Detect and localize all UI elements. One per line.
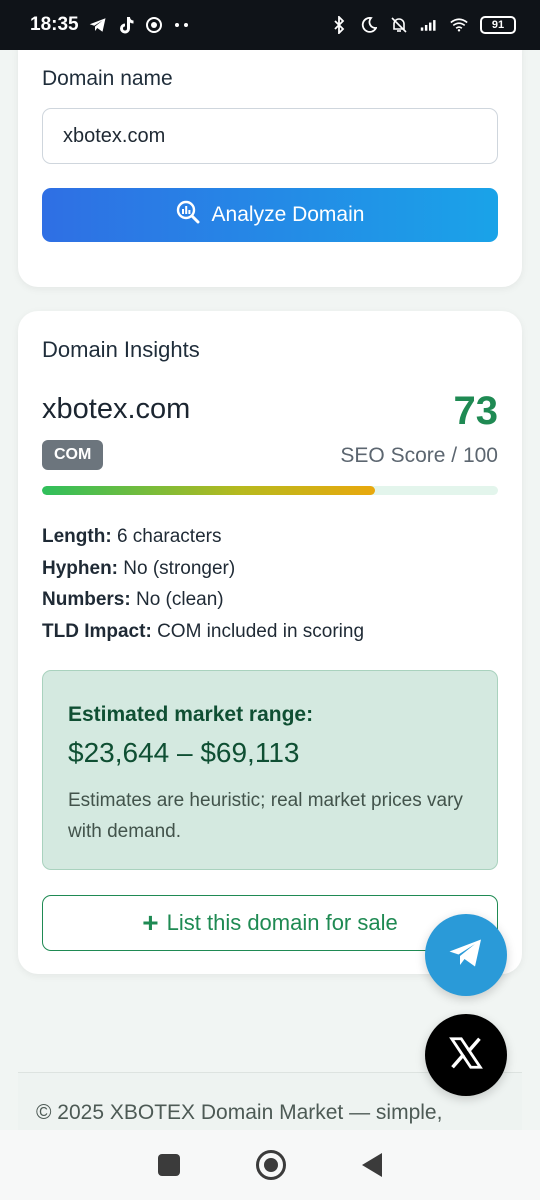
domain-name-label: Domain name [42, 67, 173, 90]
signal-icon [420, 16, 438, 34]
home-button[interactable] [256, 1150, 286, 1180]
domain-name-input[interactable] [42, 108, 498, 164]
seo-score-value: 73 [453, 389, 499, 433]
domain-facts-list: Length: 6 characters Hyphen: No (stronge… [42, 521, 364, 647]
market-range-title: Estimated market range: [68, 703, 314, 726]
wifi-icon [450, 16, 468, 34]
telegram-fab-button[interactable] [425, 914, 507, 996]
seo-score-bar [42, 486, 498, 495]
analyzed-domain: xbotex.com [42, 393, 191, 425]
tiktok-icon [117, 16, 135, 34]
telegram-icon [448, 937, 484, 974]
fact-key: Hyphen: [42, 557, 118, 579]
x-logo-icon [447, 1034, 485, 1077]
list-domain-label: List this domain for sale [166, 910, 398, 935]
market-range-note: Estimates are heuristic; real market pri… [68, 790, 463, 842]
fact-value: 6 characters [116, 526, 222, 547]
do-not-disturb-icon [360, 16, 378, 34]
status-left-icons [89, 16, 191, 34]
more-dots-icon [173, 16, 191, 34]
recent-apps-button[interactable] [158, 1154, 180, 1176]
fact-numbers: Numbers: No (clean) [42, 584, 364, 616]
analyze-domain-button[interactable]: Analyze Domain [42, 188, 498, 242]
market-range-value: $23,644 – $69,113 [68, 737, 300, 768]
system-navigation-bar [0, 1130, 540, 1200]
domain-form-card: Domain name Analyze Domain [18, 50, 522, 287]
fact-key: Length: [42, 526, 112, 547]
back-button[interactable] [362, 1153, 382, 1177]
status-bar: 18:35 91 [0, 0, 540, 50]
chrome-icon [145, 16, 163, 34]
seo-score-bar-fill [42, 486, 375, 495]
fact-length: Length: 6 characters [42, 521, 364, 553]
fact-value: No (clean) [135, 589, 224, 610]
plus-icon: + [142, 907, 159, 938]
x-social-fab-button[interactable] [425, 1014, 507, 1096]
insights-title: Domain Insights [42, 337, 200, 362]
search-chart-icon [176, 200, 200, 230]
battery-indicator: 91 [480, 16, 516, 34]
analyze-domain-label: Analyze Domain [211, 203, 365, 226]
footer-text: © 2025 XBOTEX Domain Market — simple, [36, 1101, 443, 1124]
fact-value: No (stronger) [123, 557, 236, 579]
fact-value: COM included in scoring [157, 620, 365, 642]
status-time: 18:35 [30, 14, 79, 35]
fact-key: Numbers: [42, 589, 131, 610]
status-right-icons: 91 [330, 16, 516, 34]
fact-key: TLD Impact: [42, 620, 152, 642]
domain-insights-card: Domain Insights xbotex.com 73 COM SEO Sc… [18, 311, 522, 974]
fact-hyphen: Hyphen: No (stronger) [42, 553, 364, 585]
bell-off-icon [390, 16, 408, 34]
telegram-icon [89, 16, 107, 34]
seo-score-label: SEO Score / 100 [340, 444, 498, 467]
fact-tld-impact: TLD Impact: COM included in scoring [42, 616, 364, 648]
bluetooth-icon [330, 16, 348, 34]
market-range-box: Estimated market range: $23,644 – $69,11… [42, 670, 498, 870]
page-content[interactable]: Domain name Analyze Domain Domain Insigh… [0, 50, 540, 1130]
tld-badge: COM [42, 440, 104, 470]
home-dot-icon [264, 1158, 278, 1172]
